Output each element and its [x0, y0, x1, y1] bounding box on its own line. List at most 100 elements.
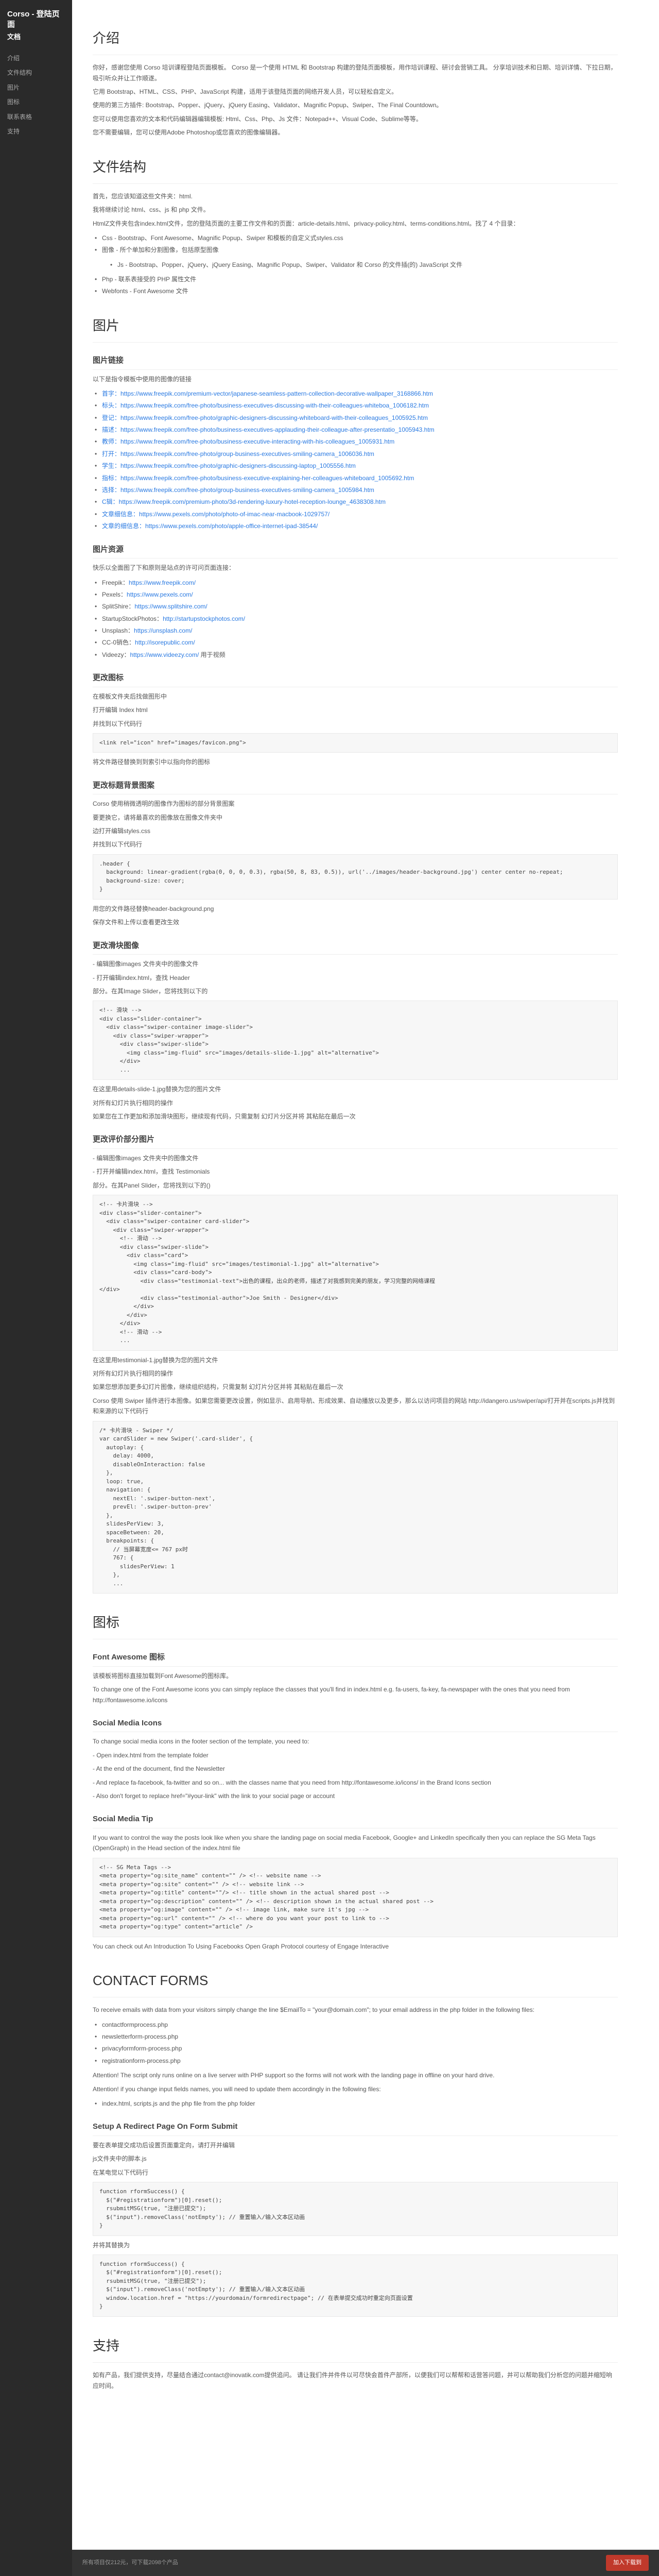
image-link[interactable]: 指标：https://www.freepik.com/free-photo/bu…	[102, 474, 414, 482]
redirect-p3: 在某电觉以下代码行	[93, 2167, 618, 2178]
image-link-item: 打开：https://www.freepik.com/free-photo/gr…	[95, 449, 618, 459]
image-links-list: 首字：https://www.freepik.com/premium-vecto…	[95, 388, 618, 532]
image-link-item: 描述：https://www.freepik.com/free-photo/bu…	[95, 425, 618, 435]
image-link[interactable]: 描述：https://www.freepik.com/free-photo/bu…	[102, 426, 435, 433]
bg-code: .header { background: linear-gradient(rg…	[93, 854, 618, 900]
test-p4: 在这里用testimonial-1.jpg替换为您的图片文件	[93, 1355, 618, 1365]
image-link[interactable]: 文章的细信息：https://www.pexels.com/photo/appl…	[102, 522, 318, 530]
image-links-p: 以下是指令模板中使用的图像的链接	[93, 374, 618, 384]
files-l3: Php - 联系表接受的 PHP 属性文件	[95, 274, 618, 284]
image-link[interactable]: 选择：https://www.freepik.com/free-photo/gr…	[102, 486, 374, 494]
image-link[interactable]: 登记：https://www.freepik.com/free-photo/gr…	[102, 414, 428, 421]
sidebar-subtitle: 文档	[7, 31, 65, 43]
footer: 所有项目仅212元，可下载2098个产品 加入下载到	[72, 2550, 659, 2576]
slider-code: <!-- 滑块 --> <div class="slider-container…	[93, 1001, 618, 1080]
slider-p5: 对所有幻灯片执行相同的操作	[93, 1098, 618, 1108]
files-l1: Css - Bootstrap、Font Awesome、Magnific Po…	[95, 233, 618, 243]
nav-intro[interactable]: 介绍	[7, 51, 65, 65]
files-p2: 我将继续讨论 html、css、js 和 php 文件。	[93, 205, 618, 215]
nav-files[interactable]: 文件结构	[7, 65, 65, 80]
test-p2: - 打开并编辑index.html，查找 Testimonials	[93, 1166, 618, 1177]
contact-p4: index.html, scripts.js and the php file …	[95, 2098, 618, 2109]
credit-link[interactable]: https://www.splitshire.com/	[134, 603, 207, 610]
join-button[interactable]: 加入下载到	[606, 2555, 649, 2571]
smt-p: If you want to control the way the posts…	[93, 1833, 618, 1854]
files-heading: 文件结构	[93, 156, 618, 184]
image-link-item: 登记：https://www.freepik.com/free-photo/gr…	[95, 413, 618, 423]
intro-p1: 你好，感谢您使用 Corso 培训课程登陆页面模板。 Corso 是一个使用 H…	[93, 62, 618, 83]
credit-link[interactable]: https://www.pexels.com/	[127, 591, 193, 598]
image-credits-heading: 图片资源	[93, 543, 618, 559]
image-link[interactable]: 学生：https://www.freepik.com/free-photo/gr…	[102, 462, 356, 469]
nav-icons[interactable]: 图标	[7, 95, 65, 109]
credit-item: SplitShire：https://www.splitshire.com/	[95, 601, 618, 612]
files-l2sub: Js - Bootstrap、Popper、jQuery、jQuery Easi…	[110, 260, 618, 270]
smi-p5: - Also don't forget to replace href="#yo…	[93, 1791, 618, 1801]
files-p3: HtmlZ文件夹包含index.html文件，您的登陆页面的主要工作文件和的页面…	[93, 218, 618, 229]
smi-p1: To change social media icons in the foot…	[93, 1736, 618, 1747]
credit-link[interactable]: https://unsplash.com/	[134, 627, 192, 634]
footer-text: 所有项目仅212元，可下载2098个产品	[82, 2558, 178, 2568]
redirect-p2: js文件夹中的脚本.js	[93, 2154, 618, 2164]
redirect-p4: 并将其替换为	[93, 2240, 618, 2250]
smi-p2: - Open index.html from the template fold…	[93, 1750, 618, 1760]
fa-p2: To change one of the Font Awesome icons …	[93, 1684, 618, 1705]
contact-l3: privacyformform-process.php	[95, 2043, 618, 2054]
favicon-p2: 打开编辑 Index html	[93, 705, 618, 715]
image-link-item: C辑：https://www.freepik.com/premium-photo…	[95, 497, 618, 507]
credit-link[interactable]: http://isorepublic.com/	[135, 639, 195, 646]
favicon-p1: 在模板文件夹后找做图形中	[93, 691, 618, 702]
contact-list: contactformprocess.php newsletterform-pr…	[95, 2020, 618, 2066]
credit-link[interactable]: https://www.freepik.com/	[129, 579, 196, 586]
slider-p3: 部分。在其Image Slider，您将找到以下的	[93, 986, 618, 996]
credit-link[interactable]: http://startupstockphotos.com/	[163, 615, 245, 622]
slider-p1: - 编辑图像images 文件夹中的图像文件	[93, 959, 618, 969]
contact-heading: CONTACT FORMS	[93, 1969, 618, 1997]
main-content: 介绍 你好，感谢您使用 Corso 培训课程登陆页面模板。 Corso 是一个使…	[72, 0, 638, 2441]
image-link[interactable]: 标头：https://www.freepik.com/free-photo/bu…	[102, 402, 429, 409]
image-link[interactable]: 首字：https://www.freepik.com/premium-vecto…	[102, 390, 433, 397]
image-link-item: 文章细信息：https://www.pexels.com/photo/photo…	[95, 509, 618, 519]
image-link[interactable]: 文章细信息：https://www.pexels.com/photo/photo…	[102, 511, 330, 518]
intro-heading: 介绍	[93, 27, 618, 55]
files-p1: 首先，您应该知道这些文件夹：html.	[93, 191, 618, 201]
image-link-item: 首字：https://www.freepik.com/premium-vecto…	[95, 388, 618, 399]
credit-link[interactable]: https://www.videezy.com/	[130, 651, 199, 658]
bg-p4: 并找到以下代码行	[93, 839, 618, 850]
slider-p6: 如果您在工作更加和添加滑块图形，继续现有代码，只需复制 幻灯片分区并将 其粘贴在…	[93, 1111, 618, 1122]
intro-p2: 它用 Bootstrap、HTML、CSS、PHP、JavaScript 构建，…	[93, 87, 618, 97]
test-p6: 如果您想添加更多幻灯片图像，继续组织结构，只需复制 幻灯片分区并将 其粘贴在最后…	[93, 1382, 618, 1392]
icons-heading: 图标	[93, 1611, 618, 1639]
test-code: <!-- 卡片滑块 --> <div class="slider-contain…	[93, 1195, 618, 1351]
redirect-heading: Setup A Redirect Page On Form Submit	[93, 2120, 618, 2136]
bg-heading: 更改标题背景图案	[93, 779, 618, 795]
intro-p5: 您不需要编辑，您可以使用Adobe Photoshop或您喜欢的图像编辑器。	[93, 127, 618, 138]
image-link[interactable]: C辑：https://www.freepik.com/premium-photo…	[102, 498, 386, 505]
slider-p2: - 打开编辑index.html，查找 Header	[93, 973, 618, 983]
contact-l2: newsletterform-process.php	[95, 2031, 618, 2042]
test-p1: - 编辑图像images 文件夹中的图像文件	[93, 1153, 618, 1163]
image-link[interactable]: 教师：https://www.freepik.com/free-photo/bu…	[102, 438, 394, 445]
credit-item: StartupStockPhotos：http://startupstockph…	[95, 614, 618, 624]
test-p5: 对所有幻灯片执行相同的操作	[93, 1368, 618, 1379]
image-link[interactable]: 打开：https://www.freepik.com/free-photo/gr…	[102, 450, 374, 457]
files-l4: Webfonts - Font Awesome 文件	[95, 286, 618, 296]
image-credits-p: 快乐以全面图了下和原则是站点的许可问页面连接：	[93, 563, 618, 573]
image-link-item: 指标：https://www.freepik.com/free-photo/bu…	[95, 473, 618, 483]
intro-p4: 您可以使用您喜欢的文本和代码编辑器编辑模板: Html、Css、Php、Js 文…	[93, 114, 618, 124]
nav-images[interactable]: 图片	[7, 80, 65, 95]
favicon-heading: 更改图标	[93, 671, 618, 687]
nav-support[interactable]: 支持	[7, 124, 65, 139]
bg-p2: 要更换它，请将最喜欢的图像放在图像文件夹中	[93, 812, 618, 823]
contact-p2: Attention! The script only runs online o…	[93, 2070, 618, 2080]
contact-p1: To receive emails with data from your vi…	[93, 2005, 618, 2015]
contact-l1: contactformprocess.php	[95, 2020, 618, 2030]
files-list: Css - Bootstrap、Font Awesome、Magnific Po…	[95, 233, 618, 297]
files-l2: 图像 - 所个单加和分割图像，包括原型图像 Js - Bootstrap、Pop…	[95, 245, 618, 270]
swiper-code: /* 卡片滑块 - Swiper */ var cardSlider = new…	[93, 1421, 618, 1594]
bg-p5: 用您的文件路径替换header-background.png	[93, 904, 618, 914]
nav-contact[interactable]: 联系表格	[7, 110, 65, 124]
smi-p3: - At the end of the document, find the N…	[93, 1764, 618, 1774]
slider-p4: 在这里用details-slide-1.jpg替换为您的图片文件	[93, 1084, 618, 1094]
credit-item: Unsplash：https://unsplash.com/	[95, 625, 618, 636]
